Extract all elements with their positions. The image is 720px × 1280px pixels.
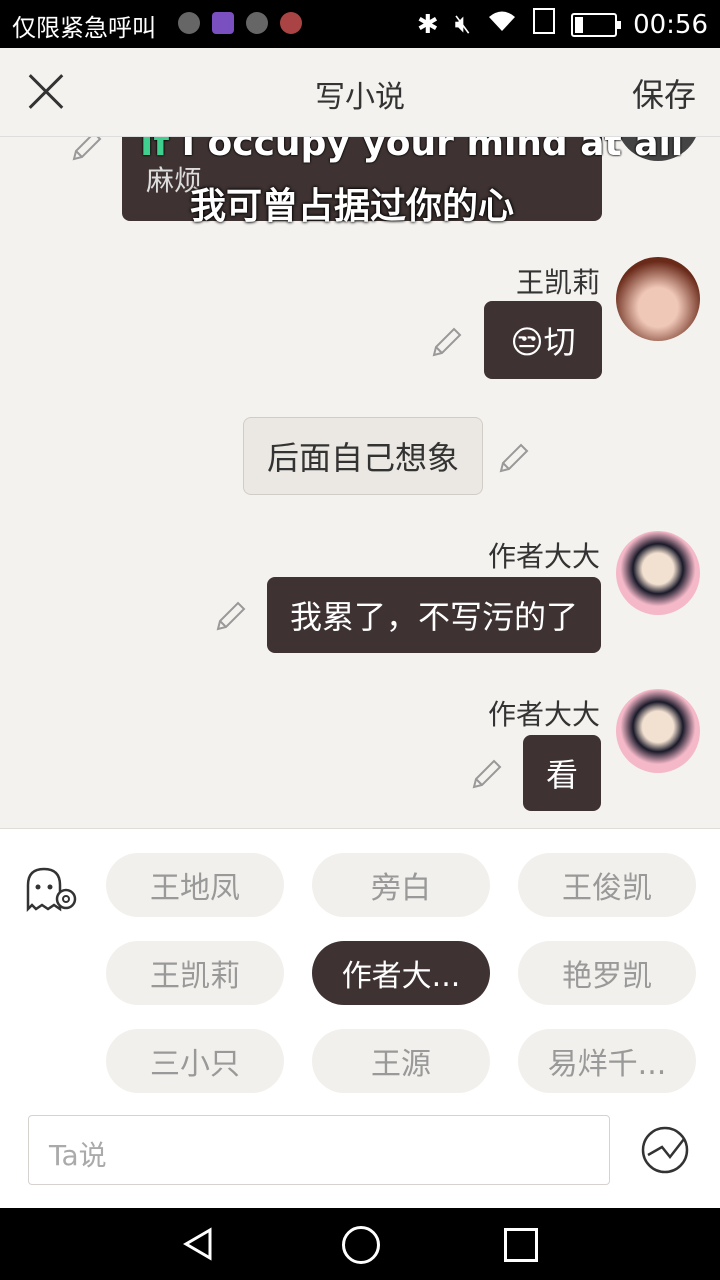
app-notification-icon: [246, 12, 268, 34]
app-notification-icon: [178, 12, 200, 34]
wifi-icon: [487, 9, 517, 40]
page-title: 写小说: [315, 80, 405, 115]
speaker-name: 王凯莉: [515, 266, 600, 299]
avatar[interactable]: [616, 257, 700, 341]
role-chip[interactable]: 旁白: [312, 853, 490, 917]
app-notification-icon: [280, 12, 302, 34]
bluetooth-icon: ✱: [416, 9, 439, 40]
role-chip[interactable]: 王俊凯: [518, 853, 696, 917]
notification-icons: [178, 12, 302, 34]
role-panel: 王地凤 旁白 王俊凯 王凯莉 作者大... 艳罗凯 三小只 王源 易烊千... …: [0, 828, 720, 1209]
sim-icon: [533, 8, 556, 41]
message-bubble[interactable]: 😒切: [484, 301, 602, 379]
edit-pencil-icon[interactable]: [430, 325, 464, 359]
edit-pencil-icon[interactable]: [470, 757, 504, 791]
role-chip[interactable]: 王源: [312, 1029, 490, 1093]
gallery-notification-icon: [212, 12, 234, 34]
video-subtitle-zh: 我可曾占据过你的心: [190, 186, 515, 227]
status-bar: 仅限紧急呼叫 ✱ 🔇︎ 00:56: [0, 0, 720, 48]
message-input[interactable]: Ta说: [28, 1115, 610, 1185]
system-nav-bar: [0, 1208, 720, 1280]
save-button[interactable]: 保存: [632, 70, 696, 116]
input-placeholder: Ta说: [49, 1139, 107, 1172]
chat-list[interactable]: 麻烦 If I occupy your mind at all 我可曾占据过你的…: [0, 137, 720, 827]
role-chip[interactable]: 易烊千...: [518, 1029, 696, 1093]
home-icon[interactable]: [342, 1226, 380, 1264]
recent-apps-icon[interactable]: [504, 1228, 538, 1262]
role-chip[interactable]: 王凯莉: [106, 941, 284, 1005]
avatar[interactable]: [616, 689, 700, 773]
speaker-name: 作者大大: [487, 540, 600, 573]
header-bar: 写小说 保存: [0, 48, 720, 137]
role-chip[interactable]: 艳罗凯: [518, 941, 696, 1005]
avatar[interactable]: [616, 531, 700, 615]
role-settings-icon[interactable]: [24, 865, 84, 915]
speaker-name: 作者大大: [487, 698, 600, 731]
edit-pencil-icon[interactable]: [70, 137, 104, 163]
carrier-text: 仅限紧急呼叫: [12, 14, 156, 42]
mute-icon: 🔇︎: [454, 9, 472, 39]
narration-bubble[interactable]: 后面自己想象: [243, 417, 483, 495]
role-chip-selected[interactable]: 作者大...: [312, 941, 490, 1005]
clock: 00:56: [633, 9, 708, 40]
battery-icon: [571, 12, 622, 37]
video-subtitle-en: If I occupy your mind at all: [140, 137, 684, 164]
back-icon[interactable]: [180, 1226, 216, 1262]
emoji-icon[interactable]: [640, 1125, 690, 1175]
edit-pencil-icon[interactable]: [214, 599, 248, 633]
role-chip[interactable]: 王地凤: [106, 853, 284, 917]
role-chip[interactable]: 三小只: [106, 1029, 284, 1093]
message-bubble[interactable]: 我累了，不写污的了: [267, 577, 601, 653]
edit-pencil-icon[interactable]: [497, 441, 531, 475]
message-bubble[interactable]: 看: [523, 735, 601, 811]
